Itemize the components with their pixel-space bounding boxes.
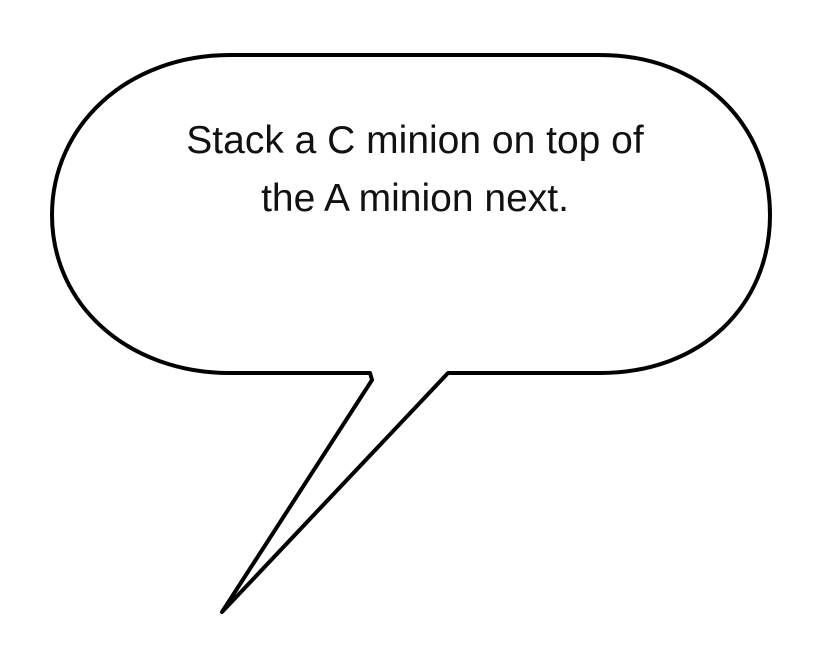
speech-bubble-outline	[50, 53, 772, 614]
speech-bubble-line-2: the A minion next.	[261, 177, 569, 220]
speech-bubble-text: Stack a C minion on top of the A minion …	[130, 112, 700, 228]
speech-bubble-line-1: Stack a C minion on top of	[186, 119, 644, 162]
